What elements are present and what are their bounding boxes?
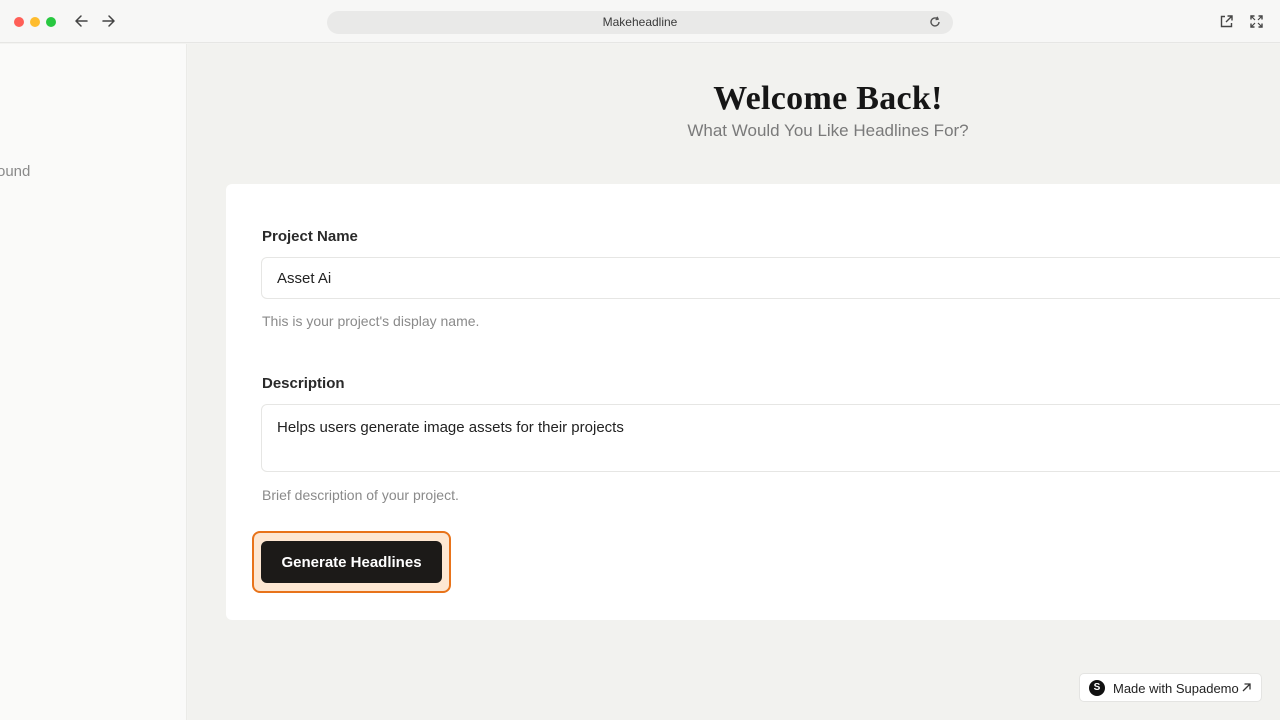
sidebar: ts Found (0, 44, 187, 720)
open-external-icon[interactable] (1219, 14, 1234, 29)
project-name-input[interactable] (261, 257, 1280, 299)
back-arrow-icon[interactable] (72, 11, 90, 31)
generate-headlines-button[interactable]: Generate Headlines (261, 541, 442, 583)
project-name-label: Project Name (262, 228, 358, 245)
address-bar[interactable]: Makeheadline (327, 11, 953, 34)
reload-icon[interactable] (929, 16, 941, 28)
address-text: Makeheadline (602, 15, 678, 29)
description-help: Brief description of your project. (262, 487, 459, 503)
browser-toolbar: Makeheadline (0, 0, 1280, 43)
supademo-badge[interactable]: S Made with Supademo (1079, 673, 1262, 702)
close-window-button[interactable] (14, 17, 24, 27)
sidebar-empty-state: ts Found (0, 163, 31, 180)
focus-highlight: Generate Headlines (252, 531, 451, 593)
project-name-help: This is your project's display name. (262, 313, 480, 329)
arrow-up-right-icon (1242, 683, 1251, 692)
page-subtitle: What Would You Like Headlines For? (687, 121, 969, 140)
forward-arrow-icon[interactable] (100, 11, 118, 31)
supademo-badge-text: Made with Supademo (1113, 681, 1239, 696)
page-title: Welcome Back! (713, 80, 943, 117)
maximize-window-button[interactable] (46, 17, 56, 27)
minimize-window-button[interactable] (30, 17, 40, 27)
fullscreen-icon[interactable] (1249, 14, 1264, 29)
description-label: Description (262, 375, 345, 392)
description-input[interactable]: Helps users generate image assets for th… (261, 404, 1280, 472)
supademo-logo-icon: S (1089, 680, 1105, 696)
welcome-header: Welcome Back! What Would You Like Headli… (648, 80, 1008, 141)
project-form-card: Project Name This is your project's disp… (226, 184, 1280, 620)
